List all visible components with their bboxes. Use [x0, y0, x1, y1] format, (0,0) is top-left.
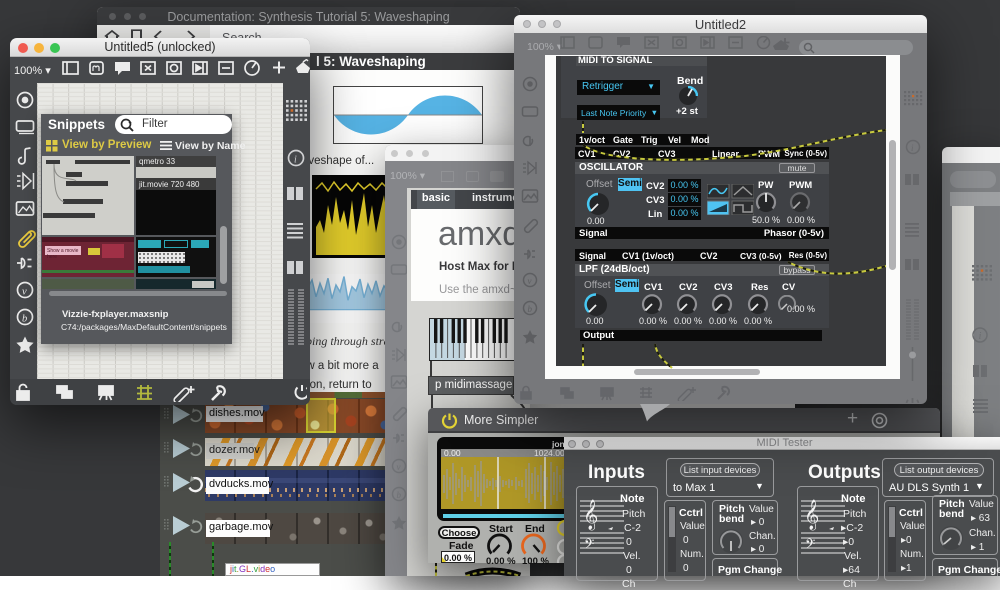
- svg-text:𝄢: 𝄢: [584, 538, 594, 555]
- svg-text:b: b: [397, 490, 402, 500]
- svg-text:𝄞: 𝄞: [804, 499, 819, 531]
- svg-text:v: v: [528, 276, 532, 286]
- svg-text:b: b: [22, 314, 27, 325]
- svg-text:b: b: [528, 304, 533, 314]
- svg-text:i: i: [911, 143, 914, 153]
- svg-text:𝄞: 𝄞: [583, 499, 598, 531]
- svg-text:i: i: [979, 331, 982, 342]
- svg-text:i: i: [294, 155, 297, 166]
- svg-text:v: v: [22, 287, 27, 298]
- svg-text:𝄢: 𝄢: [805, 538, 815, 555]
- svg-text:v: v: [397, 462, 401, 472]
